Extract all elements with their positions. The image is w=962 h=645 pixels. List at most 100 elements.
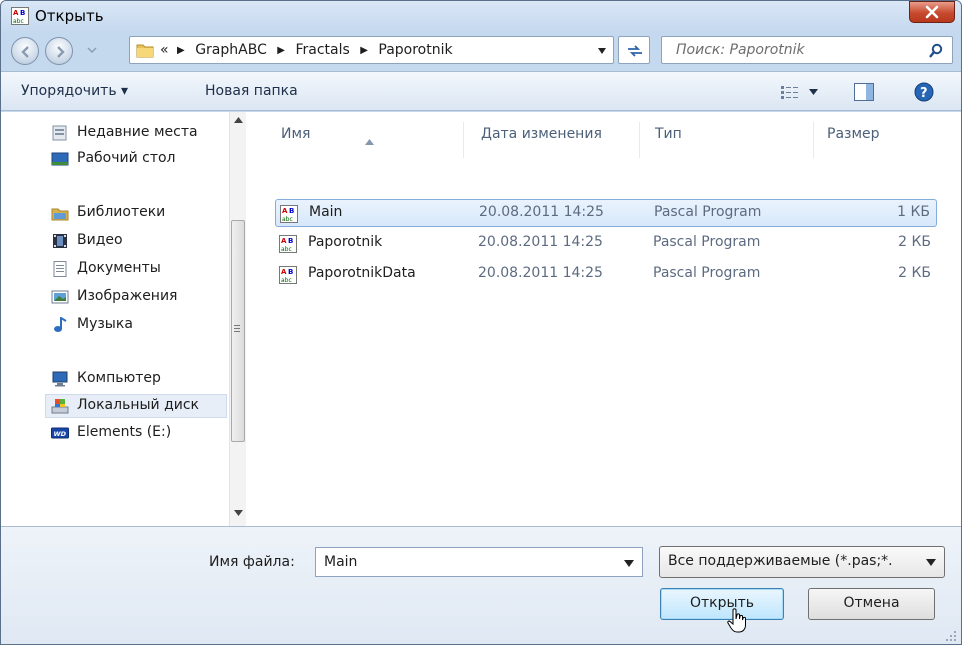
chevron-down-icon[interactable] [624, 560, 634, 567]
filetype-select[interactable]: Все поддерживаемые (*.pas;*. [659, 546, 945, 578]
svg-text:B: B [288, 268, 293, 276]
svg-text:?: ? [920, 86, 928, 101]
breadcrumb-item[interactable]: Fractals [295, 42, 349, 58]
navigation-pane: Недавние места Рабочий стол Библиотеки В… [1, 112, 246, 526]
svg-text:abc: abc [282, 216, 293, 223]
sidebar-item-computer[interactable]: Компьютер [51, 368, 227, 392]
sidebar-item-libraries[interactable]: Библиотеки [51, 202, 227, 226]
column-header-type[interactable]: Тип [655, 126, 682, 156]
organize-button[interactable]: Упорядочить ▾ [21, 83, 128, 99]
libraries-icon [51, 208, 69, 221]
column-header-size[interactable]: Размер [827, 126, 880, 156]
file-date: 20.08.2011 14:25 [479, 204, 604, 220]
history-buttons [11, 35, 126, 65]
breadcrumb: « ▶ GraphABC ▶ Fractals ▶ Paporotnik [160, 42, 453, 58]
scroll-grip-icon [234, 325, 240, 332]
file-type: Pascal Program [654, 204, 762, 220]
search-box[interactable]: Поиск: Paporotnik [661, 36, 953, 64]
title-bar: A B abc Открыть [1, 1, 961, 31]
navigation-bar: « ▶ GraphABC ▶ Fractals ▶ Paporotnik Пои… [1, 31, 961, 69]
help-icon[interactable]: ? [914, 82, 934, 102]
scroll-up-icon[interactable] [234, 117, 243, 123]
view-options-icon[interactable] [781, 85, 799, 99]
preview-pane-icon[interactable] [854, 83, 874, 101]
svg-text:B: B [289, 207, 294, 215]
breadcrumb-item[interactable]: GraphABC [195, 42, 267, 58]
recent-pages-dropdown-icon[interactable] [87, 45, 97, 55]
svg-text:A: A [13, 9, 19, 17]
chevron-right-icon[interactable]: ▶ [360, 45, 368, 56]
file-type: Pascal Program [653, 234, 761, 250]
sidebar-item-recent-places[interactable]: Недавние места [51, 122, 227, 146]
svg-text:WD: WD [54, 430, 67, 438]
filename-value: Main [324, 554, 358, 570]
filetype-value: Все поддерживаемые (*.pas;*. [668, 553, 893, 569]
local-disk-icon [51, 399, 69, 414]
filename-label: Имя файла: [209, 554, 295, 570]
column-divider[interactable] [813, 122, 814, 158]
desktop-icon [51, 152, 69, 166]
refresh-button[interactable] [618, 36, 650, 64]
file-name: Paporotnik [308, 234, 383, 250]
close-button[interactable] [909, 1, 955, 23]
file-date: 20.08.2011 14:25 [478, 234, 603, 250]
chevron-right-icon: ▶ [177, 45, 185, 56]
file-size: 2 КБ [898, 234, 931, 250]
sidebar-item-documents[interactable]: Документы [51, 258, 227, 282]
column-header-date[interactable]: Дата изменения [481, 126, 602, 156]
svg-text:abc: abc [281, 246, 292, 253]
file-size: 1 КБ [897, 204, 930, 220]
command-toolbar: Упорядочить ▾ Новая папка ? [1, 71, 961, 111]
sidebar-item-pictures[interactable]: Изображения [51, 286, 227, 310]
chevron-down-icon[interactable] [809, 89, 818, 95]
scroll-down-icon[interactable] [234, 510, 243, 516]
content-area: Недавние места Рабочий стол Библиотеки В… [1, 112, 961, 526]
column-divider[interactable] [463, 122, 464, 158]
graphabc-app-icon: A B abc [11, 7, 29, 25]
search-icon[interactable] [928, 43, 944, 59]
chevron-down-icon [926, 559, 936, 566]
column-header-name[interactable]: Имя [281, 126, 310, 156]
hand-cursor-icon [727, 608, 746, 633]
file-row[interactable]: A B abc PaporotnikData 20.08.2011 14:25 … [275, 261, 937, 289]
sidebar-item-local-disk[interactable]: Локальный диск [45, 394, 227, 418]
sidebar-item-desktop[interactable]: Рабочий стол [51, 148, 227, 172]
filename-combobox[interactable]: Main [315, 547, 643, 577]
documents-icon [53, 261, 67, 277]
dialog-footer: Имя файла: Main Все поддерживаемые (*.pa… [1, 526, 961, 644]
back-button[interactable] [11, 37, 39, 65]
pictures-icon [51, 290, 69, 304]
pascal-file-icon: A B abc [280, 205, 298, 223]
forward-button[interactable] [45, 37, 73, 65]
sidebar-item-elements-drive[interactable]: WD Elements (E:) [51, 422, 227, 446]
chevron-right-icon[interactable]: ▶ [277, 45, 285, 56]
search-placeholder: Поиск: Paporotnik [676, 42, 805, 58]
recent-places-icon [52, 125, 67, 141]
svg-text:B: B [20, 9, 25, 17]
window-title: Открыть [35, 7, 104, 25]
svg-text:A: A [282, 207, 288, 215]
music-icon [54, 317, 67, 332]
external-drive-icon: WD [51, 427, 69, 439]
breadcrumb-overflow[interactable]: « [160, 42, 169, 58]
pascal-file-icon: A B abc [279, 266, 297, 284]
refresh-icon [628, 45, 642, 57]
chevron-down-icon[interactable] [597, 47, 607, 55]
sidebar-item-music[interactable]: Музыка [51, 314, 227, 338]
open-file-dialog: A B abc Открыть « ▶ GraphABC ▶ Fractals … [0, 0, 962, 645]
column-divider[interactable] [639, 122, 640, 158]
breadcrumb-item[interactable]: Paporotnik [378, 42, 452, 58]
sidebar-scrollbar[interactable] [229, 112, 246, 526]
resize-grip-icon[interactable] [945, 630, 957, 642]
cancel-button[interactable]: Отмена [808, 588, 935, 620]
new-folder-button[interactable]: Новая папка [205, 83, 298, 99]
open-button[interactable]: Открыть [660, 588, 784, 620]
sidebar-item-video[interactable]: Видео [51, 230, 227, 254]
file-row[interactable]: A B abc Paporotnik 20.08.2011 14:25 Pasc… [275, 230, 937, 258]
video-icon [53, 234, 67, 248]
svg-text:B: B [288, 237, 293, 245]
file-row[interactable]: A B abc Main 20.08.2011 14:25 Pascal Pro… [275, 199, 937, 227]
arrow-left-icon [21, 46, 29, 58]
file-name: Main [309, 204, 343, 220]
address-bar[interactable]: « ▶ GraphABC ▶ Fractals ▶ Paporotnik [129, 36, 614, 64]
